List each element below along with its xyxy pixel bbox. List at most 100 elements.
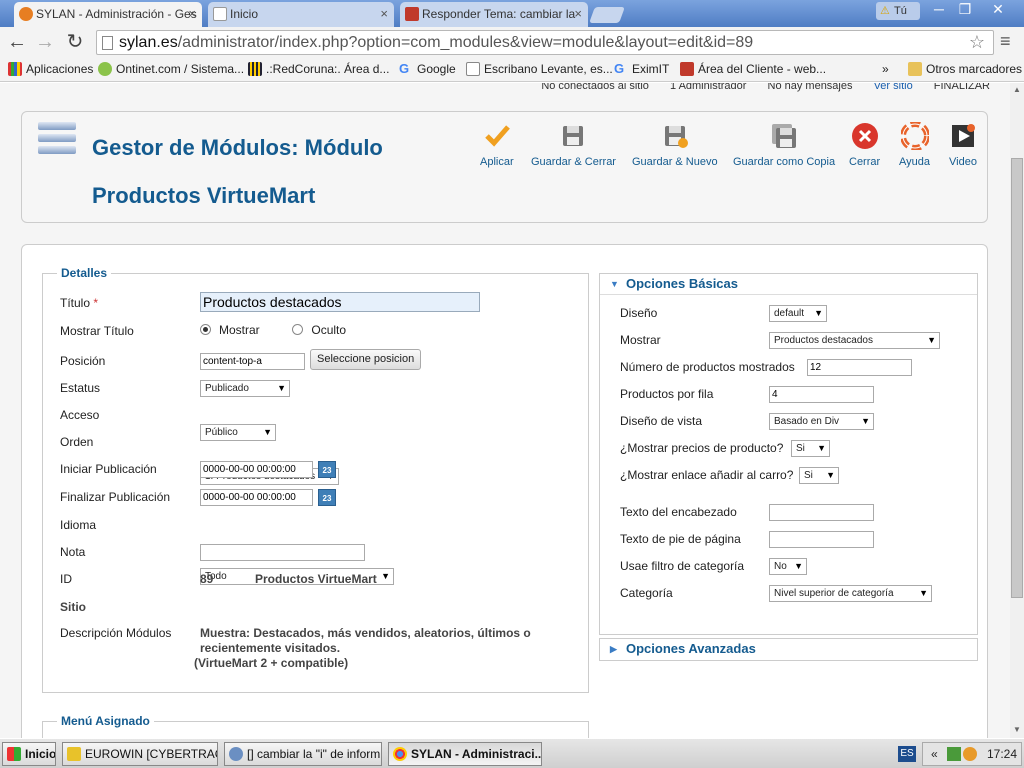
address-bar[interactable]: sylan.es/administrator/index.php?option=… [96,30,994,55]
help-button[interactable]: Ayuda [899,121,930,168]
forward-icon[interactable]: → [34,31,56,53]
close-tab-icon[interactable]: × [574,2,582,26]
category-select[interactable]: Nivel superior de categoría [769,585,932,602]
select-position-button[interactable]: Seleccione posicion [310,349,422,370]
bookmark-star-icon[interactable]: ☆ [969,31,985,54]
scroll-up-icon[interactable]: ▲ [1013,85,1021,94]
button-label: Cerrar [849,156,881,168]
bookmark-redcoruna[interactable]: .:RedCoruna:. Área d... [248,62,389,76]
start-publishing-label: Iniciar Publicación [60,462,157,476]
button-label: Video [949,156,977,168]
basic-options-toggle[interactable]: ▼ Opciones Básicas [600,274,977,295]
tab-inicio[interactable]: Inicio × [208,2,394,27]
minimize-icon[interactable]: ─ [926,1,952,19]
language-indicator[interactable]: ES [898,746,916,762]
scroll-down-icon[interactable]: ▼ [1013,725,1021,734]
note-label: Nota [60,545,86,559]
browser-toolbar: ← → ↻ sylan.es/administrator/index.php?o… [0,27,1024,58]
bookmark-area-cliente[interactable]: Área del Cliente - web... [680,62,826,76]
logout-link[interactable]: FINALIZAR [934,83,990,92]
start-publishing-input[interactable]: 0000-00-00 00:00:00 [200,461,313,478]
description-line: (VirtueMart 2 + compatible) [194,656,349,670]
bookmark-eximit[interactable]: G EximIT [614,62,670,77]
video-button[interactable]: Video [949,122,977,168]
bookmarks-overflow[interactable]: » [882,62,889,76]
show-prices-select[interactable]: Si [791,440,830,457]
description-label: Descripción Módulos [60,626,172,640]
reload-icon[interactable]: ↻ [64,31,86,53]
taskbar-item-label: SYLAN - Administraci... [411,747,542,761]
module-manager-icon [38,122,76,164]
profile-button[interactable]: ⚠ Tú [876,2,920,20]
access-label: Acceso [60,408,100,422]
close-tab-icon[interactable]: × [188,2,196,26]
position-input[interactable]: content-top-a [200,353,305,370]
show-radio[interactable] [200,324,211,335]
bookmark-escribano[interactable]: Escribano Levante, es... [466,62,613,76]
view-layout-select[interactable]: Basado en Div [769,413,874,430]
footer-text-input[interactable] [769,531,874,548]
save-new-button[interactable]: Guardar & Nuevo [632,122,718,168]
show-cart-select[interactable]: Si [799,467,839,484]
finish-publishing-input[interactable]: 0000-00-00 00:00:00 [200,489,313,506]
product-count-input[interactable]: 12 [807,359,912,376]
tray-app-icon[interactable] [963,747,977,761]
taskbar-item-eurowin[interactable]: EUROWIN [CYBERTRAC... [62,742,218,766]
category-filter-select[interactable]: No [769,558,807,575]
category-label: Categoría [620,586,673,600]
advanced-options-toggle[interactable]: ▶ Opciones Avanzadas [600,639,977,660]
hide-radio[interactable] [292,324,304,335]
description-line: Muestra: Destacados, más vendidos, aleat… [200,626,531,640]
system-tray: « 17:24 [922,742,1022,766]
start-button[interactable]: Inicio [2,742,56,766]
scrollbar-thumb[interactable] [1011,158,1023,598]
taskbar-item-forum[interactable]: [] cambiar la "i" de inform... [224,742,382,766]
video-icon [949,122,977,150]
page-content: No conectados al sitio 1 Administrador N… [0,83,1010,738]
tray-app-icon[interactable] [947,747,961,761]
close-tab-icon[interactable]: × [380,2,388,26]
note-input[interactable] [200,544,365,561]
layout-select[interactable]: default [769,305,827,322]
back-icon[interactable]: ← [6,31,28,53]
status-select[interactable]: Publicado [200,380,290,397]
save-close-button[interactable]: Guardar & Cerrar [531,122,616,168]
windows-logo-icon [7,747,21,761]
label-text: Título [60,296,91,310]
calendar-icon[interactable]: 23 [318,461,336,478]
save-copy-button[interactable]: Guardar como Copia [733,122,835,168]
title-input[interactable]: Productos destacados [200,292,480,312]
products-per-row-input[interactable]: 4 [769,386,874,403]
bookmark-google[interactable]: G Google [399,62,456,77]
restore-icon[interactable]: ❐ [952,1,978,19]
header-text-input[interactable] [769,504,874,521]
id-value: 89 [200,572,214,586]
tray-expand-icon[interactable]: « [931,743,938,765]
browser-tab-bar: SYLAN - Administración - Ges × Inicio × … [0,0,1024,27]
required-marker: * [93,296,99,310]
access-select[interactable]: Público [200,424,276,441]
browser-icon [229,747,243,761]
folder-icon [908,62,922,76]
page-info-icon [102,36,113,50]
admins-count: 1 Administrador [670,83,747,92]
page-scrollbar[interactable]: ▲ ▼ [1010,83,1024,738]
new-tab-button[interactable] [589,7,625,23]
chrome-menu-icon[interactable]: ≡ [1000,31,1011,52]
tab-responder-tema[interactable]: Responder Tema: cambiar la × [400,2,588,27]
bookmark-ontinet[interactable]: Ontinet.com / Sistema... [98,62,244,76]
view-site-link[interactable]: Ver sitio [874,83,913,92]
collapsed-arrow-icon: ▶ [610,644,617,654]
apply-button[interactable]: Aplicar [480,122,514,168]
bookmark-apps[interactable]: Aplicaciones [8,62,93,76]
tab-sylan-admin[interactable]: SYLAN - Administración - Ges × [14,2,202,27]
display-select[interactable]: Productos destacados [769,332,940,349]
taskbar-item-sylan[interactable]: SYLAN - Administraci... [388,742,542,766]
details-fieldset: Detalles Título * Productos destacados M… [42,266,589,693]
close-window-icon[interactable]: ✕ [980,1,1016,19]
show-prices-label: ¿Mostrar precios de producto? [620,441,784,455]
calendar-icon[interactable]: 23 [318,489,336,506]
close-button[interactable]: Cerrar [849,122,880,168]
bookmark-label: EximIT [632,62,670,76]
other-bookmarks[interactable]: Otros marcadores [908,62,1022,76]
